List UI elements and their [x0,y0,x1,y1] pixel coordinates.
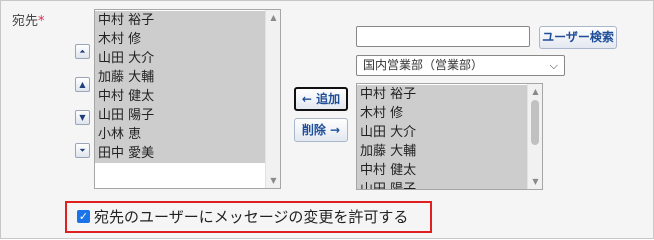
selected-list-scrollbar[interactable]: ▲ ▼ [265,10,280,188]
scroll-down-icon[interactable]: ▼ [266,173,280,188]
list-item[interactable]: 山田 大介 [95,49,265,68]
allow-edit-checkbox[interactable]: ✓ [77,210,90,223]
remove-button[interactable]: 削除 → [294,118,348,142]
list-item[interactable]: 中村 裕子 [357,85,527,104]
list-item[interactable]: 中村 裕子 [95,11,265,30]
list-item[interactable]: 加藤 大輔 [357,142,527,161]
list-item[interactable]: 木村 修 [95,30,265,49]
chevron-down-icon: ⌵ [549,59,558,72]
move-to-top-button[interactable]: ⏶ [75,44,90,59]
list-item[interactable]: 小林 恵 [95,125,265,144]
move-down-button[interactable]: ▼ [75,110,90,125]
checkmark-icon: ✓ [78,210,89,223]
group-select-value: 国内営業部（営業部） [363,58,484,72]
scroll-up-icon[interactable]: ▲ [266,10,280,25]
move-up-button[interactable]: ▲ [75,77,90,92]
candidate-users-list[interactable]: 中村 裕子 木村 修山田 大介 加藤 大輔 中村 健太 山田 陽子 ▲ ▼ [356,83,543,190]
add-button[interactable]: ← 追加 [294,87,348,111]
selected-recipients-list[interactable]: 中村 裕子 木村 修山田 大介 加藤 大輔 中村 健太 山田 陽子 小林 恵田中 愛美 ▲… [94,9,281,189]
scroll-thumb[interactable] [531,100,539,145]
move-to-bottom-button[interactable]: ⏷ [75,143,90,158]
move-to-bottom-icon: ⏷ [79,146,86,155]
group-select[interactable]: 国内営業部（営業部） ⌵ [356,55,565,76]
list-item[interactable]: 山田 大介 [357,123,527,142]
required-mark: * [38,14,45,29]
list-item[interactable]: 加藤 大輔 [95,68,265,87]
list-item[interactable]: 山田 陽子 [357,180,527,189]
scroll-down-icon[interactable]: ▼ [528,174,542,189]
move-to-top-icon: ⏶ [79,47,86,56]
list-item[interactable]: 中村 健太 [357,161,527,180]
user-search-button[interactable]: ユーザー検索 [539,26,617,49]
list-item[interactable]: 木村 修 [357,104,527,123]
scroll-up-icon[interactable]: ▲ [528,84,542,99]
move-up-icon: ▲ [79,80,86,89]
permission-highlight-box: ✓ 宛先のユーザーにメッセージの変更を許可する [65,201,432,233]
recipients-field-label: 宛先* [12,14,45,29]
candidate-list-scrollbar[interactable]: ▲ ▼ [527,84,542,189]
allow-edit-label[interactable]: 宛先のユーザーにメッセージの変更を許可する [94,206,408,227]
move-down-icon: ▼ [79,113,86,122]
list-item[interactable]: 中村 健太 [95,87,265,106]
user-search-input[interactable] [356,26,530,47]
list-item[interactable]: 田中 愛美 [95,144,265,163]
list-item[interactable]: 山田 陽子 [95,106,265,125]
